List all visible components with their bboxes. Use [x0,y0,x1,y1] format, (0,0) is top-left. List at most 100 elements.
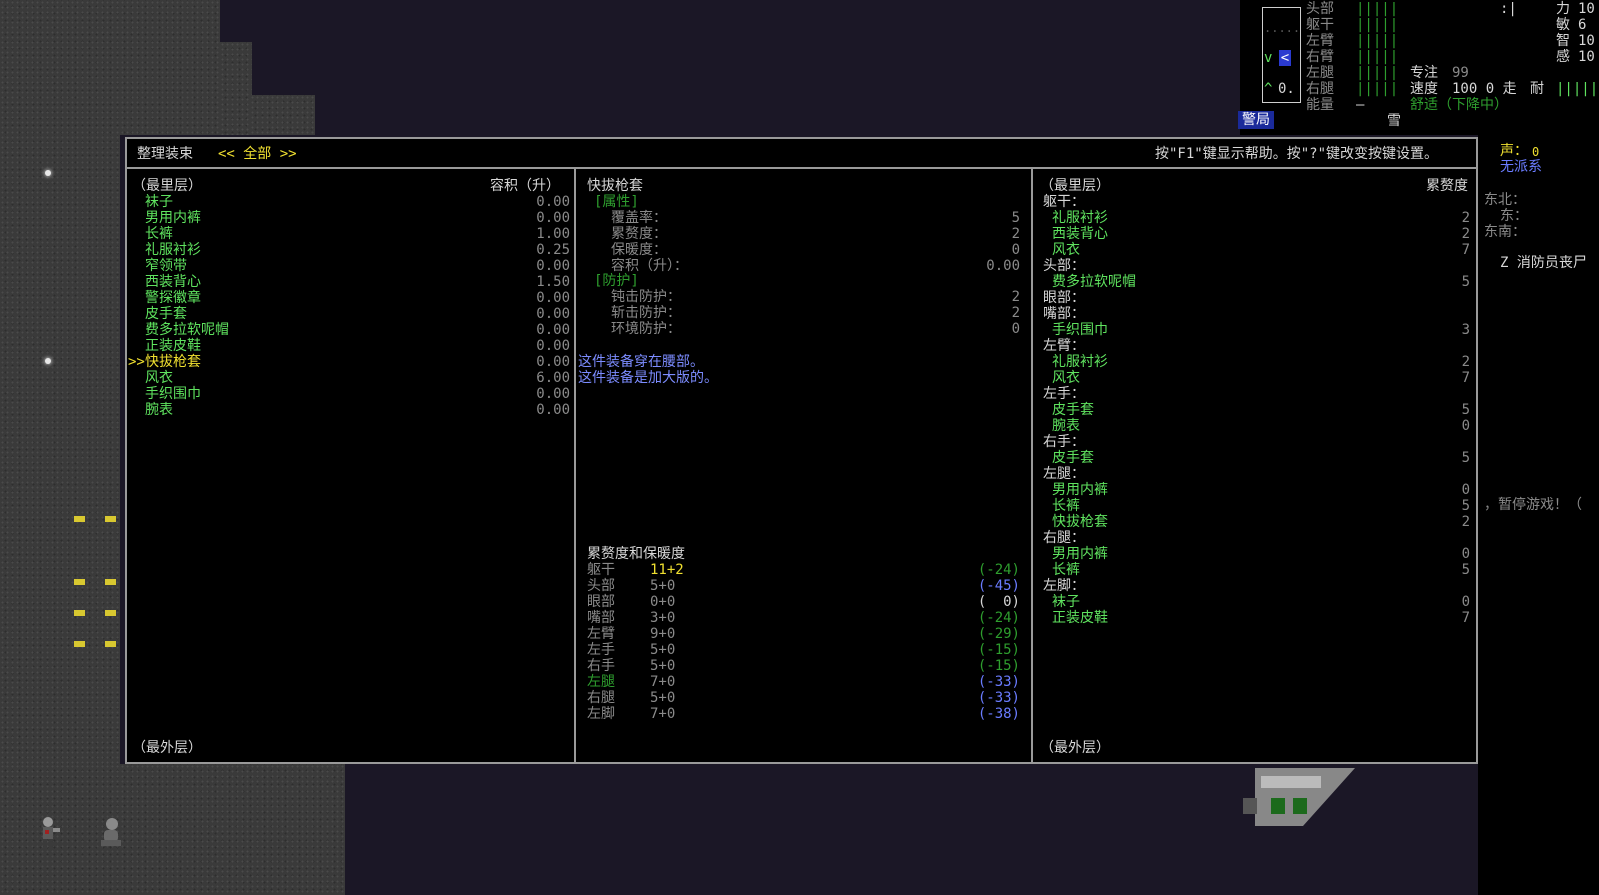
lamp [74,610,85,616]
outfit-item[interactable]: 手织围巾 [145,386,201,402]
stat-label: 敏 [1556,17,1570,33]
minimap-caret: ^ [1264,81,1273,97]
body-part-heading: 嘴部： [1043,306,1085,322]
attr-value: 0 [1011,242,1020,258]
sound-label: 声： [1500,143,1528,159]
outfit-item[interactable]: 长裤 [145,226,173,242]
outfit-item[interactable]: 正装皮鞋 [145,338,201,354]
log-zombie: Z 消防员丧尸 [1500,255,1587,271]
hud-part: 能量 [1306,97,1334,113]
zombie-sprite[interactable] [98,816,124,850]
enc-header: 累赘度和保暖度 [587,546,685,562]
layer-item[interactable]: 皮手套 [1052,450,1094,466]
layer-item[interactable]: 男用内裤 [1052,546,1108,562]
prot-value: 2 [1011,289,1020,305]
hud-part: 头部 [1306,1,1334,17]
item-note: 这件装备穿在腰部。 [578,354,704,370]
enc-part: 右腿 [587,690,615,706]
outermost-label: （最外层） [1040,740,1110,756]
enc-part: 头部 [587,578,615,594]
layer-item[interactable]: 皮手套 [1052,402,1094,418]
enc-value: 5+0 [650,690,676,706]
stat-value: 6 [1578,17,1587,33]
outfit-item[interactable]: 西装背心 [145,274,201,290]
outfit-item[interactable]: 警探徽章 [145,290,201,306]
outfit-item[interactable]: 袜子 [145,194,173,210]
layer-item[interactable]: 风衣 [1052,242,1080,258]
layer-item[interactable]: 快拔枪套 [1052,514,1108,530]
warmth-value: (-15) [977,642,1020,658]
innermost-label: （最里层） [1040,178,1110,194]
attr-label: 累赘度： [611,226,667,242]
zombie-sprite[interactable] [36,816,62,850]
stat-label: 感 [1556,49,1570,65]
enc-value: 5+0 [650,578,676,594]
layer-item[interactable]: 费多拉软呢帽 [1052,274,1136,290]
item-volume: 0.00 [536,290,570,306]
lamp [105,610,116,616]
layer-item[interactable]: 礼服衬衫 [1052,210,1108,226]
hud-bar: — [1356,97,1365,113]
speed-value: 100 0 走 [1452,81,1517,97]
hud-part: 躯干 [1306,17,1334,33]
hud-part: 左腿 [1306,65,1334,81]
layer-item[interactable]: 长裤 [1052,562,1080,578]
body-part-heading: 左腿： [1043,466,1085,482]
layer-item[interactable]: 手织围巾 [1052,322,1108,338]
item-volume: 0.00 [536,354,570,370]
attr-value: 0.00 [986,258,1020,274]
enc-value: 0+0 [650,594,676,610]
filter-selector[interactable]: << 全部 >> [218,146,297,162]
body-part-heading: 右腿： [1043,530,1085,546]
outfit-item[interactable]: 男用内裤 [145,210,201,226]
lamp [105,579,116,585]
enc-value: 7+0 [650,674,676,690]
layer-item[interactable]: 男用内裤 [1052,482,1108,498]
speed-label: 速度 [1410,81,1438,97]
layer-item[interactable]: 西装背心 [1052,226,1108,242]
attr-header: [属性] [594,194,639,210]
outfit-item[interactable]: 窄领带 [145,258,187,274]
layer-encumbrance: 7 [1461,610,1470,626]
enc-value: 3+0 [650,610,676,626]
log-pause: ，暂停游戏！（ [1484,497,1582,513]
outfit-item[interactable]: 皮手套 [145,306,187,322]
layer-encumbrance: 5 [1461,498,1470,514]
layer-item[interactable]: 礼服衬衫 [1052,354,1108,370]
layer-item[interactable]: 风衣 [1052,370,1080,386]
outfit-dialog [125,137,1478,764]
body-part-heading: 左臂： [1043,338,1085,354]
body-part-heading: 右手： [1043,434,1085,450]
layer-item[interactable]: 正装皮鞋 [1052,610,1108,626]
outfit-item[interactable]: 费多拉软呢帽 [145,322,229,338]
layer-item[interactable]: 长裤 [1052,498,1080,514]
ground-left-column [0,135,120,765]
item-volume: 0.00 [536,306,570,322]
layer-item[interactable]: 袜子 [1052,594,1080,610]
selection-cursor-icon: >> [128,354,145,370]
hud-bar: ||||| [1356,49,1399,65]
enc-value: 7+0 [650,706,676,722]
hud-part: 左臂 [1306,33,1334,49]
item-volume: 0.00 [536,194,570,210]
focus-value: 99 [1452,65,1469,81]
outfit-item[interactable]: 快拔枪套 [145,354,201,370]
enc-value: 11+2 [650,562,684,578]
enc-part: 左臂 [587,626,615,642]
item-volume: 1.00 [536,226,570,242]
stat-label: 智 [1556,33,1570,49]
hud-bar: ||||| [1356,81,1399,97]
attr-label: 覆盖率： [611,210,667,226]
item-name: 快拔枪套 [587,178,643,194]
outfit-item[interactable]: 腕表 [145,402,173,418]
side-hud [1478,135,1599,895]
minimap-v: v [1264,50,1273,66]
outfit-item[interactable]: 礼服衬衫 [145,242,201,258]
layer-item[interactable]: 腕表 [1052,418,1080,434]
dir-e: 东： [1500,208,1528,224]
player-marker-icon: < [1279,50,1291,66]
comfort-status: 舒适（下降中） [1410,97,1508,113]
outfit-item[interactable]: 风衣 [145,370,173,386]
stat-value: 10 [1578,33,1595,49]
sound-value: 0 [1532,145,1540,159]
